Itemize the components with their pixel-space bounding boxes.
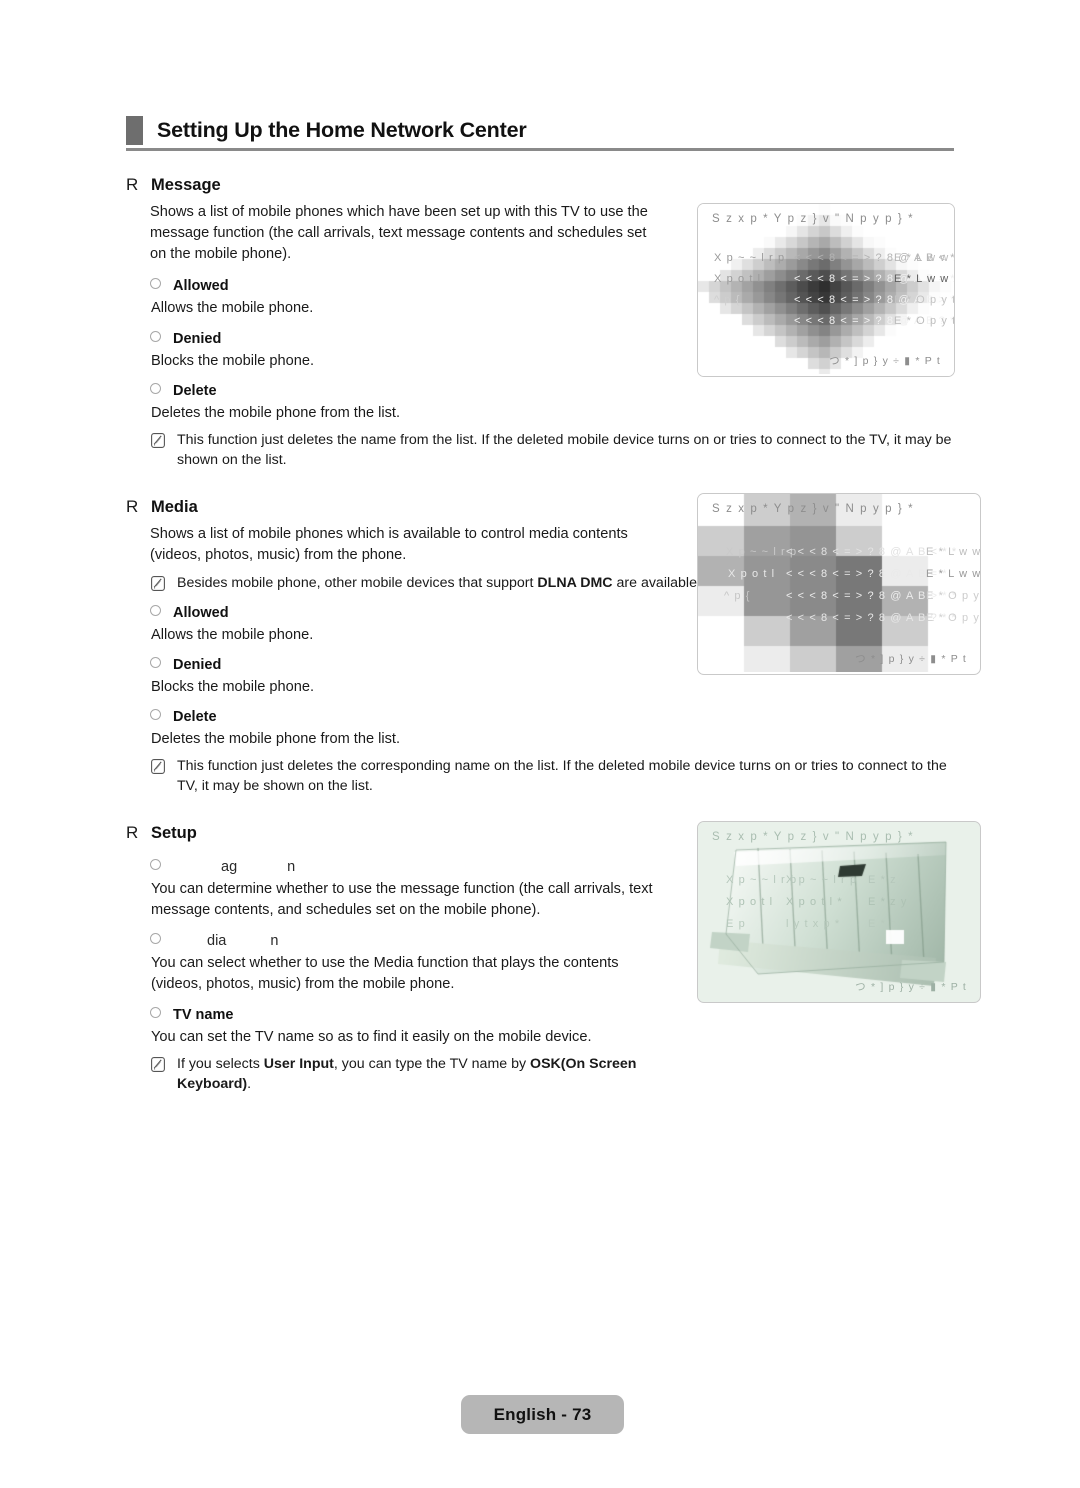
section-bullet-icon: R (126, 175, 139, 194)
list-item-label: Allowed (173, 604, 229, 621)
label-fragment-b: n (287, 858, 296, 875)
list-item-label: Denied (173, 330, 222, 347)
list-item-label: Denied (173, 656, 222, 673)
list-item-body: You can select whether to use the Media … (151, 954, 619, 992)
note-text-post: are available. (612, 574, 701, 591)
message-intro: Shows a list of mobile phones which have… (150, 204, 648, 263)
list-item-setup-tv-name: TV name (150, 1007, 956, 1023)
manual-page: Setting Up the Home Network Center R Mes… (0, 0, 1080, 1488)
label-fragment-b: n (270, 932, 279, 949)
note-message-delete: This function just deletes the name from… (151, 430, 956, 470)
page-header-row: Setting Up the Home Network Center (126, 116, 954, 145)
circle-bullet-icon (150, 932, 163, 944)
list-item-body: You can set the TV name so as to find it… (151, 1029, 592, 1046)
section-title-setup: Setup (151, 823, 197, 842)
list-item-label: Delete (173, 709, 217, 726)
list-item-label: ag n (173, 859, 295, 875)
screenshot-artwork (698, 204, 952, 374)
note-text: This function just deletes the name from… (177, 431, 952, 469)
page-number-label: English - 73 (493, 1404, 592, 1424)
note-pen-icon (151, 1057, 165, 1073)
label-fragment-a: ag (221, 858, 238, 875)
note-text-mid: , you can type the TV name by (333, 1056, 531, 1073)
section-bullet-icon: R (126, 822, 139, 842)
list-item-label: Delete (173, 382, 217, 399)
note-text-pre: Besides mobile phone, other mobile devic… (177, 574, 538, 591)
note-text-post: . (247, 1076, 252, 1093)
header-divider (126, 148, 954, 151)
screenshot-artwork (698, 494, 978, 672)
circle-bullet-icon (150, 604, 163, 616)
media-intro: Shows a list of mobile phones which is a… (150, 526, 628, 564)
note-pen-icon (151, 575, 165, 591)
note-text: If you selects User Input, you can type … (177, 1054, 651, 1094)
note-media-delete: This function just deletes the correspon… (151, 756, 956, 796)
note-text-emphasis-1: User Input (263, 1056, 334, 1073)
section-heading-message: R Message (126, 176, 956, 195)
note-pen-icon (151, 432, 165, 448)
note-text: Besides mobile phone, other mobile devic… (177, 573, 731, 593)
section-title-media: Media (151, 498, 198, 517)
page-header: Setting Up the Home Network Center (126, 116, 954, 151)
note-text: This function just deletes the correspon… (177, 758, 947, 795)
label-fragment-a: dia (207, 932, 227, 949)
note-setup-tv-name: If you selects User Input, you can type … (151, 1054, 651, 1094)
list-item-body: Deletes the mobile phone from the list. (151, 731, 401, 748)
circle-bullet-icon (150, 858, 163, 870)
list-item-media-delete: Delete (150, 709, 956, 725)
list-item-message-delete: Delete (150, 382, 956, 399)
note-media-dlna: Besides mobile phone, other mobile devic… (151, 573, 731, 593)
note-pen-icon (151, 759, 165, 775)
note-text-pre: If you selects (177, 1056, 264, 1073)
circle-bullet-icon (150, 278, 163, 290)
section-bullet-icon: R (126, 497, 139, 517)
header-marker-icon (126, 116, 143, 145)
note-text-emphasis: DLNA DMC (537, 574, 613, 591)
screenshot-artwork (698, 822, 978, 1000)
circle-bullet-icon (150, 382, 163, 394)
list-item-label: TV name (173, 1007, 234, 1024)
list-item-label: Allowed (173, 278, 229, 295)
page-footer: English - 73 (461, 1395, 624, 1434)
list-item-body: You can determine whether to use the mes… (151, 880, 653, 918)
page-title: Setting Up the Home Network Center (157, 118, 527, 142)
media-screenshot: S z x p * Y p z } v " N p y p } * X p ~ … (697, 493, 981, 675)
circle-bullet-icon (150, 1007, 163, 1019)
circle-bullet-icon (150, 709, 163, 721)
section-title-message: Message (151, 176, 221, 194)
circle-bullet-icon (150, 656, 163, 668)
list-item-label: dia n (173, 933, 278, 949)
list-item-body: Blocks the mobile phone. (151, 678, 315, 695)
message-screenshot: S z x p * Y p z } v " N p y p } * X p ~ … (697, 203, 955, 377)
list-item-body: Deletes the mobile phone from the list. (151, 404, 401, 421)
circle-bullet-icon (150, 330, 163, 342)
setup-screenshot: S z x p * Y p z } v " N p y p } * X p ~ … (697, 821, 981, 1003)
